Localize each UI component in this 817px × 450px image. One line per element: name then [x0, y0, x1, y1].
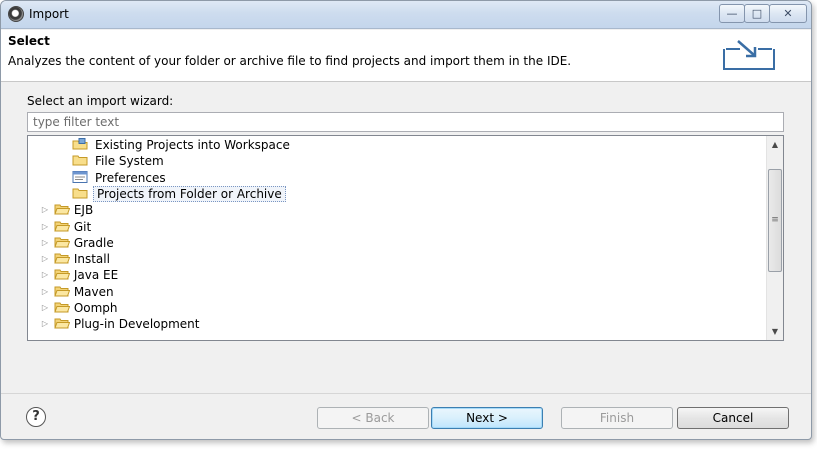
folder-icon	[54, 317, 71, 329]
tree-category[interactable]: ▷ Gradle	[40, 235, 116, 251]
tree-scrollbar[interactable]: ▲ ≡ ▼	[766, 136, 783, 340]
window-title: Import	[29, 7, 69, 21]
folder-icon	[54, 236, 71, 248]
folder-icon	[54, 220, 71, 232]
tree-category[interactable]: ▷ Java EE	[40, 267, 120, 283]
tree-item[interactable]: Projects from Folder or Archive	[72, 185, 286, 202]
tree-category[interactable]: ▷ Git	[40, 219, 93, 235]
folder-icon	[72, 187, 88, 199]
preferences-icon	[72, 170, 88, 183]
scroll-thumb[interactable]: ≡	[768, 169, 782, 272]
tree-item-label: Projects from Folder or Archive	[93, 185, 286, 202]
folder-icon	[72, 154, 88, 166]
import-banner-icon	[723, 40, 775, 70]
expand-arrow-icon[interactable]: ▷	[40, 251, 50, 267]
tree-category-label: Install	[73, 252, 110, 267]
cancel-button[interactable]: Cancel	[677, 407, 789, 429]
tree-category-label: Oomph	[73, 301, 118, 315]
tree-item-label: File System	[95, 154, 164, 169]
next-button[interactable]: Next >	[431, 407, 543, 429]
eclipse-app-icon	[8, 6, 24, 22]
tree-category[interactable]: ▷ Install	[40, 251, 112, 267]
tree-category-label: Plug-in Development	[73, 317, 200, 332]
wizard-header: Select Analyzes the content of your fold…	[1, 30, 811, 82]
page-title: Select	[8, 34, 50, 48]
expand-arrow-icon[interactable]: ▷	[40, 316, 50, 332]
scroll-up-arrow-icon[interactable]: ▲	[767, 136, 783, 153]
tree-category[interactable]: ▷ Maven	[40, 284, 116, 300]
wizard-label: Select an import wizard:	[27, 94, 174, 108]
close-button[interactable]: ✕	[769, 4, 807, 23]
tree-category-label: Git	[73, 219, 92, 234]
tree-category-label: Java EE	[73, 268, 119, 283]
expand-arrow-icon[interactable]: ▷	[40, 267, 50, 283]
help-icon[interactable]: ?	[26, 407, 46, 427]
expand-arrow-icon[interactable]: ▷	[40, 300, 50, 316]
expand-arrow-icon[interactable]: ▷	[40, 284, 50, 300]
tree-category-label: EJB	[73, 203, 94, 218]
tree-item-label: Preferences	[95, 170, 166, 185]
projects-icon	[72, 138, 88, 150]
folder-icon	[54, 285, 71, 297]
expand-arrow-icon[interactable]: ▷	[40, 202, 50, 218]
title-bar[interactable]: Import — □ ✕	[1, 1, 811, 29]
tree-item-label: Existing Projects into Workspace	[95, 138, 290, 152]
finish-button[interactable]: Finish	[561, 407, 673, 429]
page-description: Analyzes the content of your folder or a…	[8, 54, 572, 68]
footer-divider	[1, 393, 811, 394]
folder-icon	[54, 252, 71, 264]
maximize-button[interactable]: □	[744, 4, 770, 23]
folder-icon	[54, 203, 71, 215]
tree-item[interactable]: Existing Projects into Workspace	[72, 137, 292, 153]
filter-input[interactable]	[27, 112, 784, 132]
wizard-tree[interactable]: Existing Projects into Workspace File Sys…	[27, 135, 784, 341]
import-dialog: Import — □ ✕ Select Analyzes the content…	[0, 0, 812, 440]
scroll-down-arrow-icon[interactable]: ▼	[767, 323, 783, 340]
tree-category[interactable]: ▷ EJB	[40, 202, 95, 218]
tree-item[interactable]: File System	[72, 153, 166, 169]
tree-category[interactable]: ▷ Plug-in Development	[40, 316, 202, 332]
back-button[interactable]: < Back	[317, 407, 429, 429]
folder-icon	[54, 301, 71, 313]
minimize-button[interactable]: —	[719, 4, 745, 23]
tree-category-label: Maven	[73, 284, 114, 299]
expand-arrow-icon[interactable]: ▷	[40, 219, 50, 235]
expand-arrow-icon[interactable]: ▷	[40, 235, 50, 251]
tree-item[interactable]: Preferences	[72, 170, 168, 186]
folder-icon	[54, 268, 71, 280]
tree-category-label: Gradle	[73, 235, 114, 250]
tree-category[interactable]: ▷ Oomph	[40, 300, 120, 316]
